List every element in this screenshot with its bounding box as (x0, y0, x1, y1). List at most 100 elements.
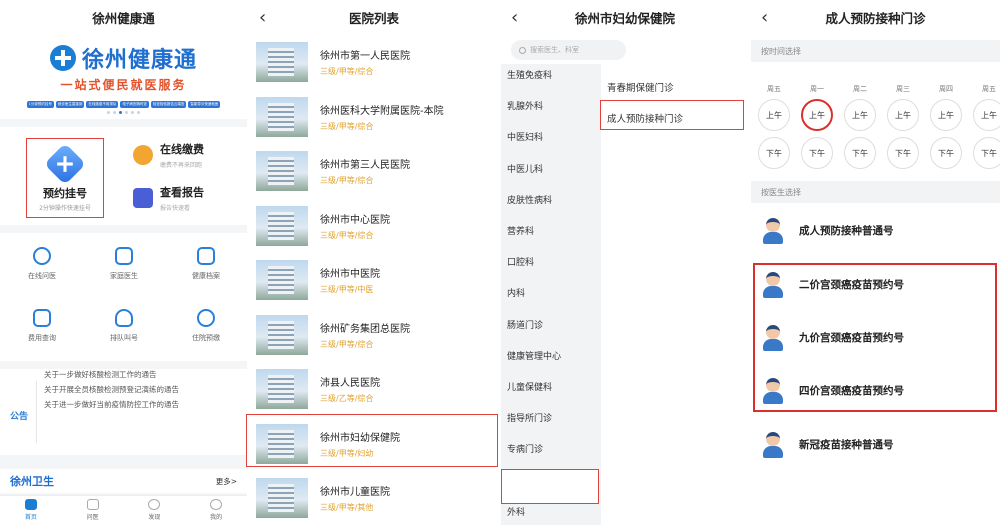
doctor-icon (115, 247, 133, 265)
department-item[interactable]: 肠道门诊 (507, 318, 543, 331)
online-consult-button[interactable]: 在线问医 (12, 247, 72, 281)
tab-bar: 首页 问医 发现 我的 (0, 495, 247, 525)
user-icon (210, 499, 223, 510)
department-item[interactable]: 外科 (507, 505, 525, 518)
hospital-photo (256, 96, 308, 137)
notice-item[interactable]: 关于开展全员核酸检测预登记演练的通告 (44, 384, 179, 395)
department-item[interactable]: 乳腺外科 (507, 99, 543, 112)
hospital-row[interactable]: 徐州市第一人民医院 三级/甲等/综合 (249, 36, 499, 88)
am-slot[interactable]: 上午 (887, 99, 919, 131)
hospital-photo (256, 478, 308, 518)
grid-label: 排队叫号 (110, 334, 138, 342)
hospital-name: 徐州医科大学附属医院-本院 (320, 105, 444, 117)
banner[interactable]: 徐州健康通 一站式便民就医服务 1分钟预约挂号 就诊医生直接到 在线缴费不用排队… (0, 34, 247, 119)
department-item[interactable]: 营养科 (507, 224, 534, 237)
am-slot[interactable]: 上午 (758, 99, 790, 131)
department-item[interactable]: 皮肤性病科 (507, 193, 552, 206)
back-arrow-icon[interactable]: ‹ (761, 0, 768, 34)
am-slot[interactable]: 上午 (801, 99, 833, 131)
family-doctor-button[interactable]: 家庭医生 (94, 247, 154, 281)
hospital-photo (256, 314, 308, 355)
section-by-doctor: 按医生选择 (751, 181, 1000, 203)
tab-label: 我的 (210, 514, 223, 521)
tab-home[interactable]: 首页 (11, 496, 51, 525)
department-item[interactable]: 中医儿科 (507, 162, 543, 175)
grid-label: 在线问医 (28, 272, 56, 280)
fee-query-button[interactable]: 费用查询 (12, 309, 72, 343)
banner-slogan: 一站式便民就医服务 (60, 78, 187, 92)
appointment-button[interactable]: 预约挂号 2分钟操作快速挂号 (26, 138, 104, 218)
back-arrow-icon[interactable]: ‹ (511, 0, 518, 34)
report-sub: 报告快速看 (160, 205, 191, 212)
department-item[interactable]: 中医妇科 (507, 130, 543, 143)
hospital-row[interactable]: 徐州市儿童医院 三级/甲等/其他 (249, 472, 499, 524)
hospital-icon (86, 499, 99, 510)
department-screen: ‹ 徐州市妇幼保健院 搜索医生、科室 生殖免疫科 乳腺外科 中医妇科 中医儿科 皮肤性病… (501, 0, 749, 525)
hospital-row[interactable]: 沛县人民医院 三级/乙等/综合 (249, 363, 499, 415)
compass-icon (148, 499, 161, 510)
doctor-avatar (761, 216, 785, 244)
hospital-level: 三级/甲等/综合 (320, 230, 374, 240)
banner-tag: 检查检验报告云端查 (150, 101, 187, 108)
hospital-name: 徐州市第三人民医院 (320, 160, 410, 171)
hospital-row[interactable]: 徐州市中心医院 三级/甲等/综合 (249, 200, 499, 252)
notice-item[interactable]: 关于进一步做好当前疫情防控工作的通告 (44, 399, 179, 410)
department-item[interactable]: 专病门诊 (507, 442, 543, 455)
hospital-photo (256, 260, 308, 300)
notice-item[interactable]: 关于一步做好核酸检测工作的通告 (44, 369, 157, 380)
carousel-dots[interactable] (0, 111, 247, 114)
pm-slot[interactable]: 下午 (887, 137, 919, 169)
department-item[interactable]: 指导所门诊 (507, 411, 552, 424)
hospital-level: 三级/甲等/综合 (320, 339, 374, 349)
am-slot[interactable]: 上午 (930, 99, 962, 131)
department-list: 生殖免疫科乳腺外科中医妇科中医儿科皮肤性病科营养科口腔科内科肠道门诊健康管理中心… (501, 64, 601, 525)
hospital-row[interactable]: 徐州市中医院 三级/甲等/中医 (249, 254, 499, 306)
selected-hpv-highlight (753, 263, 997, 412)
department-item[interactable]: 内科 (507, 286, 525, 299)
am-slot[interactable]: 上午 (973, 99, 1000, 131)
appointment-sub: 2分钟操作快速挂号 (39, 205, 91, 212)
hospital-photo (256, 369, 308, 409)
doctor-item[interactable]: 成人预防接种普通号 (761, 216, 894, 244)
department-item[interactable]: 口腔科 (507, 255, 534, 268)
banner-tag: 智能导诊快速就医 (188, 101, 221, 108)
tab-mine[interactable]: 我的 (196, 496, 236, 525)
pm-slot[interactable]: 下午 (844, 137, 876, 169)
grid-label: 健康档案 (192, 272, 220, 280)
page-title-text: 医院列表 (348, 10, 399, 26)
department-item[interactable]: 儿童保健科 (507, 380, 552, 393)
department-item[interactable]: 生殖免疫科 (507, 68, 552, 81)
tab-consult[interactable]: 问医 (73, 496, 113, 525)
banner-tags: 1分钟预约挂号 就诊医生直接到 在线缴费不用排队 电子病历随时查 检查检验报告云… (0, 101, 247, 108)
pm-slot[interactable]: 下午 (973, 137, 1000, 169)
pm-slot[interactable]: 下午 (801, 137, 833, 169)
department-item[interactable]: 健康管理中心 (507, 349, 561, 362)
search-placeholder: 搜索医生、科室 (530, 46, 579, 54)
pm-slot[interactable]: 下午 (758, 137, 790, 169)
more-link[interactable]: 更多> (216, 476, 237, 487)
queue-button[interactable]: 排队叫号 (94, 309, 154, 343)
inpatient-deposit-button[interactable]: 住院预缴 (176, 309, 236, 343)
grid-label: 费用查询 (28, 334, 56, 342)
appointment-label: 预约挂号 (43, 187, 87, 200)
subclinic-item[interactable]: 青春期保健门诊 (607, 80, 674, 94)
weekday-label: 周二 (853, 85, 867, 93)
banner-logo: 徐州健康通 (49, 42, 197, 74)
hospital-row[interactable]: 徐州市第三人民医院 三级/甲等/综合 (249, 145, 499, 197)
hospital-level: 三级/甲等/中医 (320, 285, 374, 294)
section-by-time: 按时间选择 (751, 40, 1000, 62)
online-payment-button[interactable]: 在线缴费 缴费不再来回跑 (133, 141, 204, 169)
pm-slot[interactable]: 下午 (930, 137, 962, 169)
health-record-button[interactable]: 健康档案 (176, 247, 236, 281)
tab-discover[interactable]: 发现 (134, 496, 174, 525)
doctor-item[interactable]: 新冠疫苗接种普通号 (761, 430, 894, 458)
am-slot[interactable]: 上午 (844, 99, 876, 131)
search-input[interactable]: 搜索医生、科室 (511, 40, 626, 60)
view-report-button[interactable]: 查看报告 报告快速看 (133, 184, 204, 212)
back-arrow-icon[interactable]: ‹ (259, 0, 266, 34)
weekday-label: 周四 (939, 85, 953, 93)
banner-tag: 在线缴费不用排队 (86, 101, 119, 108)
page-title: ‹ 成人预防接种门诊 (751, 0, 1000, 34)
hospital-row[interactable]: 徐州医科大学附属医院-本院 三级/甲等/综合 (249, 91, 499, 143)
hospital-row[interactable]: 徐州矿务集团总医院 三级/甲等/综合 (249, 309, 499, 361)
